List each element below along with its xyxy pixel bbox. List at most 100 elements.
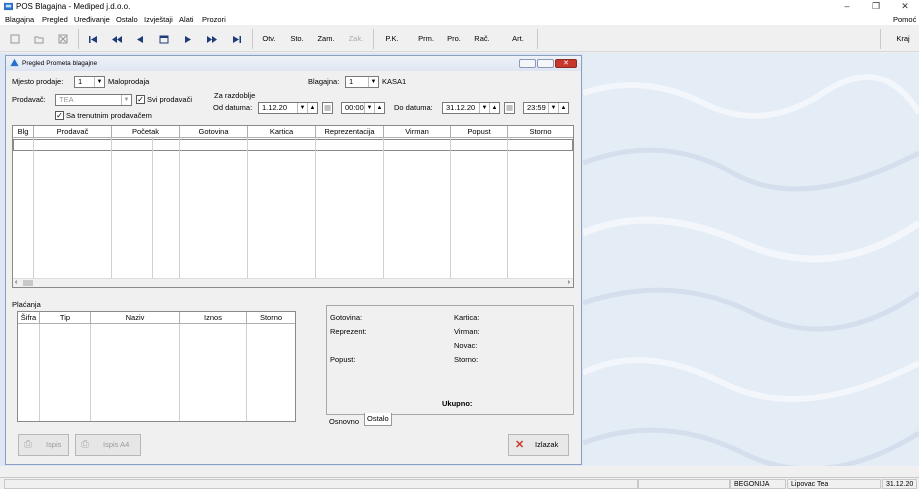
chevron-down-icon[interactable]: ▼: [94, 77, 104, 87]
blagajna-select[interactable]: 1 ▼: [345, 76, 379, 88]
ispis-button[interactable]: ⎙ Ispis: [18, 434, 69, 456]
tab-osnovno[interactable]: Osnovno: [327, 416, 361, 428]
first-record-icon[interactable]: [88, 35, 98, 44]
toolbar-zam-button[interactable]: Zam.: [314, 30, 338, 48]
menu-uredivanje[interactable]: Uređivanje: [74, 15, 110, 24]
spin-up-icon[interactable]: ▲: [558, 103, 568, 113]
mjesto-value: 1: [78, 77, 83, 86]
toolbar-pro-button[interactable]: Pro.: [444, 30, 464, 48]
delete-icon[interactable]: [58, 34, 68, 44]
promet-grid[interactable]: Blg Prodavač Početak Gotovina Kartica Re…: [12, 125, 574, 288]
od-calendar-button[interactable]: ▦: [322, 102, 333, 114]
column-divider: [247, 138, 248, 278]
svi-prodavaci-checkbox[interactable]: ✓: [136, 95, 145, 104]
column-header-blg[interactable]: Blg: [13, 126, 34, 138]
column-header-kartica[interactable]: Kartica: [248, 126, 316, 138]
scroll-left-icon[interactable]: ‹: [15, 279, 17, 287]
column-header-gotovina[interactable]: Gotovina: [180, 126, 248, 138]
app-icon: [4, 2, 13, 11]
status-date: 31.12.20: [882, 479, 917, 489]
column-header-prodavac[interactable]: Prodavač: [34, 126, 112, 138]
spin-up-icon[interactable]: ▲: [307, 103, 317, 113]
new-document-icon[interactable]: [10, 34, 20, 44]
previous-record-icon[interactable]: [136, 35, 144, 44]
status-message: [4, 479, 638, 489]
close-button[interactable]: ✕: [892, 0, 918, 13]
chevron-down-icon[interactable]: ▼: [121, 95, 131, 105]
prodavac-select[interactable]: TEA ▼: [55, 94, 132, 106]
do-vrijeme-input[interactable]: 23:59 ▼ ▲: [523, 102, 569, 114]
column-header-tip[interactable]: Tip: [40, 312, 91, 324]
od-vrijeme-input[interactable]: 00:00 ▼ ▲: [341, 102, 385, 114]
spin-up-icon[interactable]: ▲: [374, 103, 384, 113]
column-header-iznos[interactable]: Iznos: [180, 312, 247, 324]
do-time-value: 23:59: [527, 103, 546, 112]
od-datuma-label: Od datuma:: [213, 103, 253, 112]
column-header-storno[interactable]: Storno: [508, 126, 573, 138]
chevron-down-icon[interactable]: ▼: [548, 103, 558, 113]
placanja-grid[interactable]: Šifra Tip Naziv Iznos Storno: [17, 311, 296, 422]
column-divider: [179, 138, 180, 278]
column-header-storno-pay[interactable]: Storno: [247, 312, 295, 324]
fast-forward-icon[interactable]: [206, 35, 218, 44]
menu-alati[interactable]: Alati: [179, 15, 194, 24]
scroll-right-icon[interactable]: ›: [568, 279, 570, 287]
chevron-down-icon[interactable]: ▼: [479, 103, 489, 113]
toolbar-pk-button[interactable]: P.K.: [382, 30, 402, 48]
horizontal-scrollbar[interactable]: ‹ ›: [13, 278, 573, 287]
menu-ostalo[interactable]: Ostalo: [116, 15, 138, 24]
do-datuma-input[interactable]: 31.12.20 ▼ ▲: [442, 102, 500, 114]
restore-button[interactable]: ❐: [863, 0, 889, 13]
blagajna-label: Blagajna:: [308, 77, 340, 86]
toolbar-prm-button[interactable]: Prm.: [415, 30, 437, 48]
trenutni-prodavac-checkbox[interactable]: ✓: [55, 111, 64, 120]
ukupno-summary-label: Ukupno:: [442, 399, 473, 408]
menu-pregled[interactable]: Pregled: [42, 15, 68, 24]
last-record-icon[interactable]: [232, 35, 242, 44]
column-divider: [315, 138, 316, 278]
column-header-sifra[interactable]: Šifra: [18, 312, 40, 324]
popust-summary-label: Popust:: [330, 355, 356, 364]
izlazak-button[interactable]: ✕ Izlazak: [508, 434, 569, 456]
toolbar-zak-button[interactable]: Zak.: [345, 30, 367, 48]
column-header-pocetak[interactable]: Početak: [112, 126, 180, 138]
open-folder-icon[interactable]: [34, 34, 44, 44]
scroll-thumb[interactable]: [23, 280, 33, 286]
tab-ostalo[interactable]: Ostalo: [364, 413, 392, 426]
column-header-popust[interactable]: Popust: [451, 126, 508, 138]
do-calendar-button[interactable]: ▦: [504, 102, 515, 114]
chevron-down-icon[interactable]: ▼: [364, 103, 374, 113]
menu-prozori[interactable]: Prozori: [202, 15, 226, 24]
column-divider: [179, 324, 180, 421]
child-close-button[interactable]: ✕: [555, 59, 577, 68]
next-record-icon[interactable]: [184, 35, 192, 44]
mjesto-select[interactable]: 1 ▼: [74, 76, 105, 88]
fast-back-icon[interactable]: [111, 35, 123, 44]
calendar-icon[interactable]: [159, 34, 169, 44]
selected-row[interactable]: [13, 139, 573, 151]
column-header-naziv[interactable]: Naziv: [91, 312, 180, 324]
blagajna-name: KASA1: [382, 77, 407, 86]
svi-prodavaci-label: Svi prodavači: [147, 95, 193, 104]
toolbar-rac-button[interactable]: Rač.: [472, 30, 492, 48]
chevron-down-icon[interactable]: ▼: [297, 103, 307, 113]
toolbar-sto-button[interactable]: Sto.: [287, 30, 307, 48]
chevron-down-icon[interactable]: ▼: [368, 77, 378, 87]
ispis-a4-button[interactable]: ⎙ Ispis A4: [75, 434, 141, 456]
child-minimize-button[interactable]: [519, 59, 536, 68]
spin-up-icon[interactable]: ▲: [489, 103, 499, 113]
toolbar-otv-button[interactable]: Otv.: [258, 30, 280, 48]
toolbar-art-button[interactable]: Art.: [508, 30, 528, 48]
warning-triangle-icon: [10, 58, 19, 67]
menu-blagajna[interactable]: Blagajna: [5, 15, 34, 24]
child-restore-button[interactable]: [537, 59, 554, 68]
column-header-reprezentacija[interactable]: Reprezentacija: [316, 126, 384, 138]
column-header-virman[interactable]: Virman: [384, 126, 451, 138]
od-datuma-input[interactable]: 1.12.20 ▼ ▲: [258, 102, 318, 114]
menu-izvjestaji[interactable]: Izvještaji: [144, 15, 173, 24]
minimize-button[interactable]: –: [834, 0, 860, 13]
menu-pomoc[interactable]: Pomoć: [893, 15, 916, 24]
toolbar-kraj-button[interactable]: Kraj: [893, 30, 913, 48]
close-x-icon: ✕: [515, 439, 525, 451]
toolbar-separator: [78, 29, 79, 49]
